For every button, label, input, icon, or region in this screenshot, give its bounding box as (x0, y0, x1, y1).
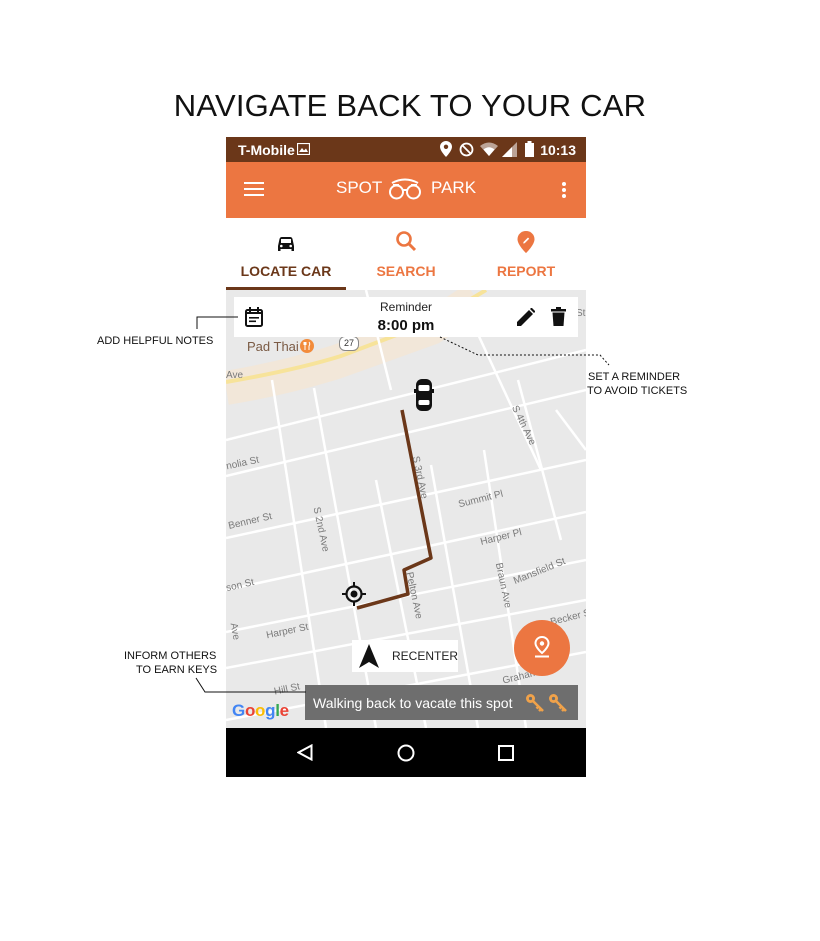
search-icon (396, 231, 417, 252)
recenter-button[interactable]: RECENTER (352, 640, 458, 672)
status-bar: T-Mobile 10:13 (226, 137, 586, 162)
battery-icon (525, 141, 534, 157)
tab-bar: LOCATE CAR SEARCH REPORT (226, 218, 586, 290)
edit-icon[interactable] (516, 308, 535, 327)
annotation-inform-1: INFORM OTHERS (124, 650, 217, 662)
annotation-reminder-2: TO AVOID TICKETS (587, 385, 688, 397)
navigation-arrow-icon (359, 644, 379, 668)
google-logo-letter: o (255, 701, 266, 720)
home-icon[interactable] (397, 744, 415, 762)
carrier-name: T-Mobile (238, 142, 295, 158)
google-logo-letter: G (232, 701, 245, 720)
annotation-notes: ADD HELPFUL NOTES (97, 335, 214, 347)
restaurant-icon (300, 339, 314, 353)
tab-search[interactable]: SEARCH (346, 218, 466, 290)
brand-name-spot: SPOT (336, 178, 383, 197)
recent-apps-icon[interactable] (498, 745, 514, 761)
recenter-label: RECENTER (392, 649, 459, 663)
annotation-inform-2: TO EARN KEYS (136, 664, 218, 676)
google-logo: Google (232, 701, 289, 721)
walking-back-banner[interactable]: Walking back to vacate this spot (305, 685, 578, 720)
do-not-disturb-icon (459, 142, 474, 157)
tab-label: LOCATE CAR (240, 263, 332, 279)
tab-report[interactable]: REPORT (466, 218, 586, 290)
tab-label: REPORT (496, 263, 556, 279)
location-icon (440, 141, 452, 157)
reminder-card: Reminder 8:00 pm (234, 297, 578, 337)
tab-label: SEARCH (376, 263, 436, 279)
clock: 10:13 (540, 142, 576, 158)
overflow-menu-icon[interactable] (561, 181, 567, 199)
street-label: Ave (226, 370, 244, 381)
parked-car-marker-icon (414, 379, 434, 411)
google-logo-letter: g (265, 701, 276, 720)
google-logo-letter: o (244, 701, 256, 720)
report-spot-fab[interactable] (514, 620, 570, 676)
brand-name-park: PARK (431, 178, 477, 197)
delete-icon[interactable] (551, 307, 566, 326)
google-logo-letter: e (279, 701, 289, 720)
annotation-reminder-1: SET A REMINDER (588, 371, 681, 383)
route-shield: 27 (339, 336, 359, 351)
drop-pin-icon (534, 636, 550, 658)
key-icon (549, 694, 567, 712)
place-name[interactable]: Pad Thai (247, 339, 299, 354)
back-icon[interactable] (297, 744, 313, 761)
system-nav-bar (226, 728, 586, 777)
car-icon (278, 237, 294, 251)
page-title: NAVIGATE BACK TO YOUR CAR (173, 88, 647, 123)
cell-signal-icon (502, 142, 517, 157)
app-bar: SPOT PARK (226, 162, 586, 218)
report-pin-icon (517, 231, 535, 253)
tab-locate-car[interactable]: LOCATE CAR (226, 218, 346, 290)
map-view[interactable]: Ave nolia St Benner St S 2nd Ave S 3rd A… (226, 290, 586, 728)
image-icon (297, 143, 310, 155)
walking-back-text: Walking back to vacate this spot (313, 695, 513, 711)
phone-screen: T-Mobile 10:13 SPOT PARK LOCATE CAR SEAR… (226, 137, 586, 777)
key-icon (526, 694, 544, 712)
wifi-icon (480, 142, 498, 156)
binoculars-logo-icon (389, 178, 421, 200)
menu-icon[interactable] (244, 181, 264, 197)
current-location-icon (342, 582, 366, 606)
